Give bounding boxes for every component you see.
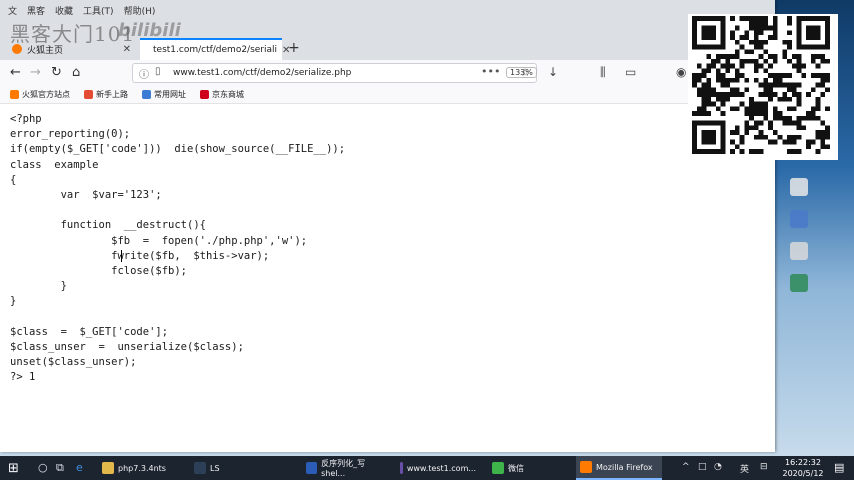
tray-overflow-icon[interactable]: ^	[682, 462, 690, 472]
bookmark-label: 火狐官方站点	[22, 90, 70, 99]
desktop-shortcut-icon[interactable]	[790, 242, 808, 260]
taskbar-app-label: 微信	[508, 463, 524, 473]
bookmark-item[interactable]: 新手上路	[84, 89, 128, 100]
library-icon[interactable]: ⫼	[600, 65, 606, 80]
taskbar-app-label: LS	[210, 463, 220, 473]
taskbar-app[interactable]: www.test1.com...	[396, 456, 480, 480]
bookmarks-toolbar: 火狐官方站点 新手上路 常用网址 京东商城	[0, 86, 775, 104]
firefox-icon	[10, 90, 19, 99]
taskbar-app-label: www.test1.com...	[406, 463, 476, 473]
clock-time: 16:22:32	[785, 458, 821, 467]
firefox-icon	[84, 90, 93, 99]
app-icon	[400, 462, 403, 474]
bookmark-label: 京东商城	[212, 90, 244, 99]
firefox-icon	[12, 44, 22, 54]
windows-start-icon[interactable]: ⊞	[8, 461, 19, 476]
forward-arrow-icon[interactable]: →	[30, 65, 41, 80]
reload-icon[interactable]: ↻	[51, 65, 62, 80]
app-icon	[102, 462, 114, 474]
bookmark-item[interactable]: 京东商城	[200, 89, 244, 100]
firefox-window: 文 黑客 收藏 工具(T) 帮助(H) 黑客大门101 bilibili 火狐主…	[0, 0, 775, 452]
notification-icon[interactable]: ▤	[834, 461, 844, 474]
back-arrow-icon[interactable]: ←	[10, 65, 21, 80]
tab-label: 火狐主页	[27, 45, 64, 56]
bookmark-label: 新手上路	[96, 90, 128, 99]
taskbar-app-label: php7.3.4nts	[118, 463, 166, 473]
menu-item[interactable]: 黑客	[27, 4, 45, 18]
folder-icon	[142, 90, 151, 99]
desktop-shortcut-icon[interactable]	[790, 210, 808, 228]
bookmark-item[interactable]: 常用网址	[142, 89, 186, 100]
taskbar-app[interactable]: php7.3.4nts	[98, 456, 182, 480]
page-content: <?php error_reporting(0); if(empty($_GET…	[0, 106, 775, 452]
tab-strip: 文 黑客 收藏 工具(T) 帮助(H) 黑客大门101 bilibili 火狐主…	[0, 0, 775, 60]
app-icon	[194, 462, 206, 474]
taskbar-app[interactable]: 微信	[488, 456, 548, 480]
menu-bar: 文 黑客 收藏 工具(T) 帮助(H)	[8, 4, 155, 18]
taskbar-app[interactable]: Mozilla Firefox	[576, 456, 662, 480]
page-icon: ▯	[155, 66, 161, 77]
info-icon[interactable]: ⓘ	[139, 66, 149, 81]
taskbar-app[interactable]: LS	[190, 456, 240, 480]
taskbar-app-label: Mozilla Firefox	[596, 462, 653, 472]
tab-firefox-home[interactable]: 火狐主页 ✕	[4, 38, 139, 60]
bookmark-label: 常用网址	[154, 90, 186, 99]
tab-serialize-php[interactable]: test1.com/ctf/demo2/seriali ✕	[140, 38, 290, 60]
taskbar-app[interactable]: 反序列化_写shel...	[302, 456, 388, 480]
address-bar[interactable]: ⓘ ▯ www.test1.com/ctf/demo2/serialize.ph…	[132, 63, 537, 83]
bookmark-star-icon[interactable]: ☆	[520, 66, 530, 79]
new-tab-button[interactable]: +	[288, 40, 300, 56]
text-cursor	[121, 250, 122, 262]
account-icon[interactable]: ◉	[676, 65, 686, 79]
desktop-shortcut-icon[interactable]	[790, 274, 808, 292]
app-icon	[306, 462, 318, 474]
page-actions-button[interactable]: •••	[481, 65, 500, 78]
bookmark-item[interactable]: 火狐官方站点	[10, 89, 70, 100]
menu-item[interactable]: 工具(T)	[83, 4, 114, 18]
input-language-icon[interactable]: 英	[740, 462, 749, 475]
navigation-toolbar: ← → ↻ ⌂ ⓘ ▯ www.test1.com/ctf/demo2/seri…	[0, 60, 775, 87]
sidebar-icon[interactable]: ▭	[625, 65, 636, 79]
system-clock[interactable]: 16:22:32 2020/5/12	[780, 457, 826, 479]
task-view-icon[interactable]: ⧉	[56, 461, 64, 475]
url-text[interactable]: www.test1.com/ctf/demo2/serialize.php	[173, 68, 351, 78]
close-icon[interactable]: ✕	[123, 44, 131, 55]
menu-item[interactable]: 帮助(H)	[124, 4, 156, 18]
tray-app-icon[interactable]: □	[698, 462, 707, 472]
tab-label: test1.com/ctf/demo2/seriali	[153, 45, 278, 55]
menu-item[interactable]: 收藏	[55, 4, 73, 18]
clock-date: 2020/5/12	[782, 469, 824, 478]
menu-item[interactable]: 文	[8, 4, 17, 18]
php-source-code: <?php error_reporting(0); if(empty($_GET…	[10, 113, 346, 384]
volume-icon[interactable]: ◔	[714, 462, 722, 472]
taskbar-app-label: 反序列化_写shel...	[321, 459, 366, 478]
keyboard-icon[interactable]: ⊟	[760, 462, 768, 472]
search-icon[interactable]: ○	[38, 461, 48, 474]
home-icon[interactable]: ⌂	[72, 65, 80, 80]
edge-icon[interactable]: e	[76, 461, 83, 474]
qr-code	[688, 14, 838, 160]
windows-taskbar: ⊞ ○ ⧉ e php7.3.4nts LS 反序列化_写shel... www.te…	[0, 456, 854, 480]
app-icon	[580, 461, 592, 473]
desktop-shortcut-icon[interactable]	[790, 178, 808, 196]
app-icon	[492, 462, 504, 474]
jd-icon	[200, 90, 209, 99]
downloads-icon[interactable]: ↓	[548, 65, 558, 79]
